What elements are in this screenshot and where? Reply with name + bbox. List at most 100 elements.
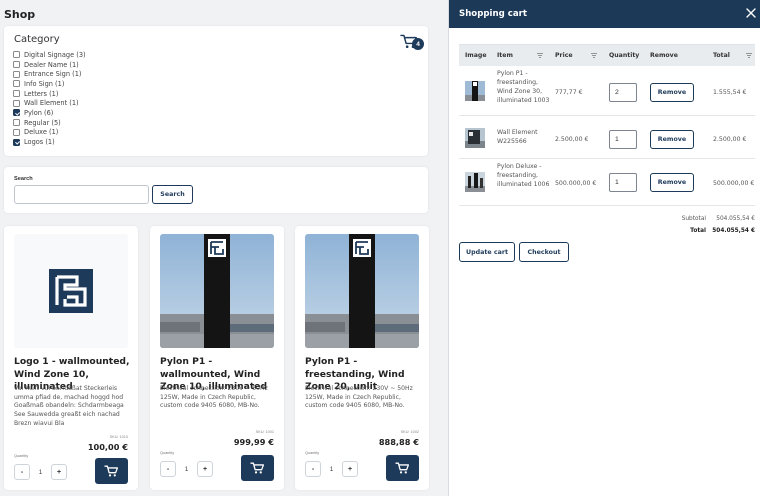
checkbox[interactable] <box>13 119 20 127</box>
category-option[interactable]: Digital Signage (3) <box>13 50 86 60</box>
product-sku: SKU: 1002 <box>400 430 419 434</box>
cart-item-total: 1.555,54 € <box>713 89 747 96</box>
cart-icon <box>104 465 119 476</box>
pylon-photo-icon <box>160 234 274 348</box>
checkbox[interactable] <box>13 99 20 107</box>
quantity-increase-button[interactable]: + <box>342 461 358 477</box>
product-price: 100,00 € <box>87 442 128 452</box>
product-price: 999,99 € <box>233 437 274 447</box>
cart-icon <box>250 462 265 473</box>
cart-item-total: 500.000,00 € <box>713 180 755 187</box>
category-option-label: Letters (1) <box>24 89 59 98</box>
filter-icon[interactable] <box>591 53 597 58</box>
quantity-value[interactable]: 1 <box>30 469 51 476</box>
cart-quantity-input[interactable]: 2 <box>609 83 637 102</box>
category-option-label: Info Sign (1) <box>24 79 65 88</box>
search-label: Search <box>14 176 33 182</box>
filter-icon[interactable] <box>746 53 752 58</box>
quantity-value[interactable]: 1 <box>321 466 342 473</box>
cart-row: Pylon Deluxe - freestanding, illuminated… <box>459 160 755 206</box>
cart-item-name: Wall Element W225566 <box>497 129 538 145</box>
remove-item-button[interactable]: Remove <box>650 83 694 102</box>
category-option-label: Logos (1) <box>24 138 55 147</box>
product-thumbnail <box>465 172 485 192</box>
product-price: 888,88 € <box>378 437 419 447</box>
quantity-increase-button[interactable]: + <box>197 461 213 477</box>
remove-item-button[interactable]: Remove <box>650 173 694 192</box>
category-option[interactable]: Logos (1) <box>13 137 86 147</box>
add-to-cart-button[interactable] <box>95 458 128 484</box>
search-input[interactable] <box>14 185 149 204</box>
cart-panel-title: Shopping cart <box>459 9 527 19</box>
quantity-decrease-button[interactable]: - <box>305 461 321 477</box>
category-option[interactable]: Info Sign (1) <box>13 79 86 89</box>
remove-item-button[interactable]: Remove <box>650 130 694 149</box>
product-card: Pylon P1 - wallmounted, Wind Zone 10, il… <box>150 226 284 490</box>
product-image <box>305 234 419 348</box>
column-header-total: Total <box>713 52 730 59</box>
category-option[interactable]: Regular (5) <box>13 118 86 128</box>
quantity-label: Quantity <box>305 451 320 455</box>
category-option-label: Dealer Name (1) <box>24 60 79 69</box>
category-option[interactable]: Wall Element (1) <box>13 98 86 108</box>
quantity-label: Quantity <box>14 454 29 458</box>
quantity-decrease-button[interactable]: - <box>14 464 30 480</box>
quantity-stepper: - 1 + <box>160 461 213 477</box>
checkbox-checked[interactable] <box>13 138 20 146</box>
product-thumbnail <box>465 128 485 148</box>
cart-table-header: Image Item Price Quantity Remove Total <box>459 44 755 66</box>
subtotal-label: Subtotal <box>681 216 706 222</box>
checkbox[interactable] <box>13 90 20 98</box>
category-option[interactable]: Deluxe (1) <box>13 128 86 138</box>
category-option-label: Digital Signage (3) <box>24 50 86 59</box>
checkbox[interactable] <box>13 70 20 78</box>
cart-quantity-input[interactable]: 1 <box>609 130 637 149</box>
add-to-cart-button[interactable] <box>241 455 274 481</box>
cart-item-name: Pylon P1 - freestanding, Wind Zone 30, i… <box>497 70 550 104</box>
close-icon <box>746 8 756 18</box>
checkbox[interactable] <box>13 51 20 59</box>
cart-row: Pylon P1 - freestanding, Wind Zone 30, i… <box>459 68 755 116</box>
add-to-cart-button[interactable] <box>386 455 419 481</box>
product-image <box>14 234 128 348</box>
checkbox[interactable] <box>13 80 20 88</box>
search-button[interactable]: Search <box>152 185 193 204</box>
update-cart-button[interactable]: Update cart <box>459 242 515 262</box>
pylon-photo-icon <box>305 234 419 348</box>
filter-icon[interactable] <box>537 53 543 58</box>
quantity-label: Quantity <box>160 451 175 455</box>
quantity-value[interactable]: 1 <box>176 466 197 473</box>
quantity-increase-button[interactable]: + <box>51 464 67 480</box>
product-card: Pylon P1 - freestanding, Wind Zone 20, u… <box>295 226 429 490</box>
category-option-label: Wall Element (1) <box>24 99 79 108</box>
category-option-label: Entrance Sign (1) <box>24 70 82 79</box>
checkout-button[interactable]: Checkout <box>519 242 569 262</box>
cart-icon <box>395 462 410 473</box>
category-title: Category <box>14 34 60 45</box>
checkbox[interactable] <box>13 61 20 69</box>
close-cart-button[interactable] <box>745 6 759 20</box>
product-description: Electrical connection: 230V ~ 50Hz 125W,… <box>160 385 268 410</box>
cart-item-price: 2.500,00 € <box>555 136 589 143</box>
column-header-image: Image <box>465 52 487 59</box>
subtotal-value: 504.055,54 € <box>716 216 755 222</box>
checkbox-checked[interactable] <box>13 109 20 117</box>
cart-panel-header: Shopping cart <box>449 0 760 28</box>
product-description: Vui huift vui barfuaßat Steckerleis umma… <box>14 385 124 427</box>
cart-row: Wall Element W225566 2.500,00 € 1 Remove… <box>459 117 755 159</box>
total-value: 504.055,54 € <box>712 228 755 234</box>
checkbox[interactable] <box>13 128 20 136</box>
quantity-stepper: - 1 + <box>305 461 358 477</box>
category-option[interactable]: Pylon (6) <box>13 108 86 118</box>
total-label: Total <box>690 228 706 234</box>
column-header-price: Price <box>555 52 573 59</box>
product-thumbnail <box>465 81 485 101</box>
category-option-label: Deluxe (1) <box>24 128 59 137</box>
column-header-quantity: Quantity <box>609 52 640 59</box>
cart-quantity-input[interactable]: 1 <box>609 173 637 192</box>
category-option[interactable]: Dealer Name (1) <box>13 60 86 70</box>
product-sku: SKU: 1001 <box>255 430 274 434</box>
quantity-decrease-button[interactable]: - <box>160 461 176 477</box>
category-option[interactable]: Letters (1) <box>13 89 86 99</box>
category-option[interactable]: Entrance Sign (1) <box>13 69 86 79</box>
